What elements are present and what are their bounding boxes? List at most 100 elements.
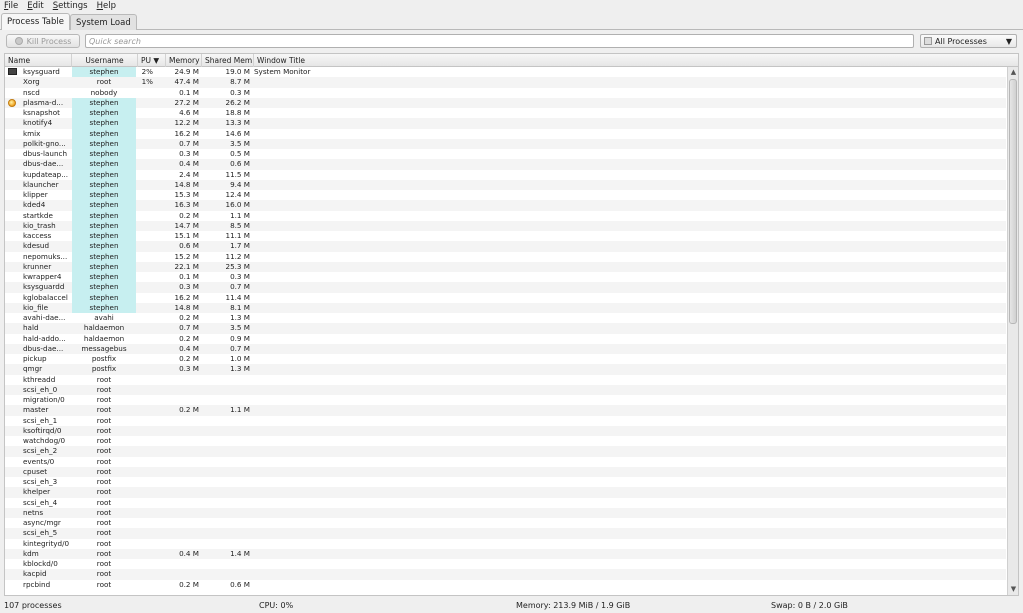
scroll-up-icon[interactable]: ▲	[1009, 68, 1018, 77]
table-row[interactable]: scsi_eh_4 root	[5, 498, 1006, 508]
menu-settings[interactable]: Settings	[53, 1, 88, 11]
table-row[interactable]: kblockd/0 root	[5, 559, 1006, 569]
process-memory	[166, 498, 199, 508]
tab-system-load[interactable]: System Load	[69, 14, 137, 30]
table-row[interactable]: kio_file stephen 14.8 M 8.1 M	[5, 302, 1006, 313]
process-username: root	[96, 569, 112, 579]
process-cpu	[138, 334, 166, 344]
process-icon-cell	[8, 375, 19, 385]
column-header-name[interactable]: Name	[5, 54, 72, 67]
table-row[interactable]: hald-addo... haldaemon 0.2 M 0.9 M	[5, 334, 1006, 344]
process-memory: 14.8 M	[174, 302, 200, 312]
process-cpu	[138, 487, 166, 497]
process-memory	[166, 385, 199, 395]
process-icon-cell	[8, 334, 19, 344]
table-row[interactable]: hald haldaemon 0.7 M 3.5 M	[5, 323, 1006, 334]
table-row[interactable]: events/0 root	[5, 457, 1006, 467]
process-shared-mem: 8.7 M	[230, 77, 250, 87]
process-shared-mem: 0.5 M	[230, 149, 250, 158]
menu-help[interactable]: Help	[97, 1, 116, 11]
menu-edit[interactable]: Edit	[27, 1, 43, 11]
table-row[interactable]: ksysguardd stephen 0.3 M 0.7 M	[5, 282, 1006, 293]
table-row[interactable]: kthreadd root	[5, 375, 1006, 385]
table-row[interactable]: kmix stephen 16.2 M 14.6 M	[5, 128, 1006, 139]
process-shared-mem: 0.7 M	[230, 282, 250, 292]
table-row[interactable]: nscd nobody 0.1 M 0.3 M	[5, 88, 1006, 98]
process-username: root	[96, 456, 112, 466]
table-row[interactable]: klipper stephen 15.3 M 12.4 M	[5, 190, 1006, 201]
table-row[interactable]: migration/0 root	[5, 395, 1006, 405]
table-row[interactable]: rpcbind root 0.2 M 0.6 M	[5, 580, 1006, 590]
table-row[interactable]: kio_trash stephen 14.7 M 8.5 M	[5, 220, 1006, 231]
column-header-window-title[interactable]: Window Title	[254, 54, 1006, 67]
table-row[interactable]: kupdateap... stephen 2.4 M 11.5 M	[5, 169, 1006, 180]
tab-process-table[interactable]: Process Table	[1, 13, 70, 30]
table-row[interactable]: netns root	[5, 507, 1006, 518]
table-row[interactable]: Xorg root 1% 47.4 M 8.7 M	[5, 77, 1006, 88]
table-row[interactable]: khelper root	[5, 487, 1006, 498]
table-row[interactable]: scsi_eh_1 root	[5, 416, 1006, 426]
process-memory	[166, 416, 199, 426]
table-row[interactable]: kded4 stephen 16.3 M 16.0 M	[5, 200, 1006, 211]
process-table[interactable]: Name Username PU ▼ Memory Shared Mem Win…	[4, 53, 1019, 596]
table-row[interactable]: watchdog/0 root	[5, 436, 1006, 446]
table-row[interactable]: avahi-dae... avahi 0.2 M 1.3 M	[5, 313, 1006, 323]
table-row[interactable]: scsi_eh_3 root	[5, 477, 1006, 487]
table-row[interactable]: dbus-dae... messagebus 0.4 M 0.7 M	[5, 343, 1006, 354]
process-icon-cell	[8, 405, 19, 415]
table-row[interactable]: pickup postfix 0.2 M 1.0 M	[5, 354, 1006, 364]
table-row[interactable]: kdesud stephen 0.6 M 1.7 M	[5, 241, 1006, 252]
table-row[interactable]: kdm root 0.4 M 1.4 M	[5, 548, 1006, 559]
column-header-shared-mem[interactable]: Shared Mem	[202, 54, 254, 67]
process-icon-cell	[8, 272, 19, 282]
process-username: root	[96, 405, 112, 415]
process-icon-cell	[8, 436, 19, 446]
process-memory: 0.4 M	[179, 159, 199, 169]
table-row[interactable]: scsi_eh_0 root	[5, 384, 1006, 395]
table-row[interactable]: kacpid root	[5, 569, 1006, 580]
table-row[interactable]: qmgr postfix 0.3 M 1.3 M	[5, 364, 1006, 375]
table-row[interactable]: plasma-d... stephen 27.2 M 26.2 M	[5, 97, 1006, 108]
column-header-memory[interactable]: Memory	[166, 54, 202, 67]
process-shared-mem: 1.1 M	[230, 405, 250, 415]
table-row[interactable]: ksnapshot stephen 4.6 M 18.8 M	[5, 108, 1006, 119]
table-row[interactable]: krunner stephen 22.1 M 25.3 M	[5, 261, 1006, 272]
column-header-username[interactable]: Username	[72, 54, 138, 67]
process-memory: 27.2 M	[174, 97, 200, 107]
table-row[interactable]: dbus-launch stephen 0.3 M 0.5 M	[5, 149, 1006, 160]
process-window-title	[254, 426, 454, 436]
table-row[interactable]: polkit-gno... stephen 0.7 M 3.5 M	[5, 138, 1006, 149]
table-row[interactable]: nepomuks... stephen 15.2 M 11.2 M	[5, 251, 1006, 262]
table-row[interactable]: kglobalaccel stephen 16.2 M 11.4 M	[5, 292, 1006, 303]
table-row[interactable]: ksoftirqd/0 root	[5, 425, 1006, 436]
scrollbar-thumb[interactable]	[1009, 79, 1017, 324]
quick-search-input[interactable]	[85, 34, 914, 48]
tab-bar: Process Table System Load	[0, 13, 1023, 30]
process-memory: 0.1 M	[179, 87, 199, 97]
process-icon-cell	[8, 200, 19, 210]
table-row[interactable]: knotify4 stephen 12.2 M 13.3 M	[5, 118, 1006, 129]
process-filter-combo[interactable]: All Processes ▼	[920, 34, 1017, 48]
table-row[interactable]: kaccess stephen 15.1 M 11.1 M	[5, 231, 1006, 242]
process-cpu	[138, 426, 166, 436]
table-row[interactable]: cpuset root	[5, 466, 1006, 477]
process-icon-cell	[8, 344, 19, 354]
process-username: root	[96, 528, 112, 538]
column-header-cpu[interactable]: PU ▼	[138, 54, 166, 67]
table-row[interactable]: dbus-dae... stephen 0.4 M 0.6 M	[5, 159, 1006, 170]
scroll-down-icon[interactable]: ▼	[1009, 585, 1018, 594]
table-row[interactable]: master root 0.2 M 1.1 M	[5, 405, 1006, 416]
table-row[interactable]: scsi_eh_2 root	[5, 446, 1006, 457]
menu-file[interactable]: File	[4, 1, 18, 11]
table-row[interactable]: startkde stephen 0.2 M 1.1 M	[5, 210, 1006, 221]
table-row[interactable]: scsi_eh_5 root	[5, 528, 1006, 539]
table-row[interactable]: kwrapper4 stephen 0.1 M 0.3 M	[5, 272, 1006, 283]
table-row[interactable]: ksysguard stephen 2% 24.9 M 19.0 M System Mon…	[5, 67, 1006, 78]
vertical-scrollbar[interactable]: ▲ ▼	[1007, 67, 1018, 595]
table-row[interactable]: async/mgr root	[5, 518, 1006, 528]
table-row[interactable]: kintegrityd/0 root	[5, 539, 1006, 549]
table-row[interactable]: klauncher stephen 14.8 M 9.4 M	[5, 179, 1006, 190]
process-shared-mem: 9.4 M	[230, 179, 250, 189]
kill-process-button[interactable]: Kill Process	[6, 34, 80, 48]
process-username: stephen	[72, 159, 136, 170]
